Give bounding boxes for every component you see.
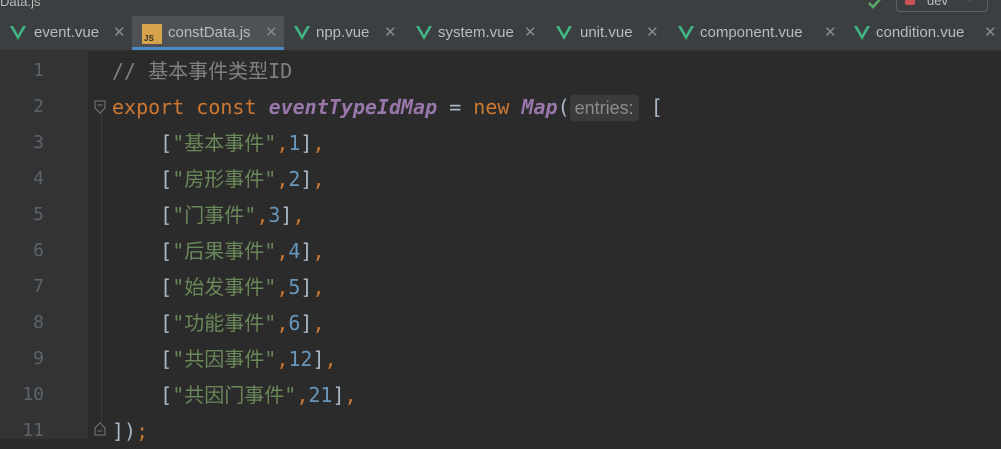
string-token: "门事件": [172, 203, 257, 227]
branch-selector[interactable]: dev ▾: [896, 0, 988, 12]
number-token: 6: [288, 311, 301, 335]
keyword-token: const: [196, 95, 257, 119]
number-token: 5: [288, 275, 301, 299]
tab-constdata-js[interactable]: JS constData.js ✕: [132, 16, 284, 50]
tab-event-vue[interactable]: event.vue ✕: [0, 16, 132, 50]
js-file-icon: JS: [142, 24, 162, 44]
vue-file-icon: [416, 26, 432, 40]
string-token: "功能事件": [172, 311, 277, 335]
tab-label: unit.vue: [580, 24, 633, 41]
code-line: export const eventTypeIdMap = new Map(en…: [112, 89, 663, 125]
vue-file-icon: [678, 26, 694, 40]
code-line: ["门事件",3],: [160, 203, 305, 227]
close-icon[interactable]: ✕: [646, 23, 659, 41]
close-icon[interactable]: ✕: [824, 23, 837, 41]
number-token: 2: [288, 167, 301, 191]
indent-guide: [101, 112, 102, 432]
comment-token: // 基本事件类型ID: [112, 59, 293, 83]
tab-label: condition.vue: [876, 24, 965, 41]
string-token: "基本事件": [172, 131, 277, 155]
close-icon[interactable]: ✕: [524, 23, 537, 41]
vue-file-icon: [556, 26, 572, 40]
code-line: ["房形事件",2],: [160, 167, 325, 191]
code-line: ]);: [112, 413, 148, 449]
tab-component-vue[interactable]: component.vue ✕: [668, 16, 844, 50]
code-line: ["后果事件",4],: [160, 239, 325, 263]
editor-tab-bar: event.vue ✕ JS constData.js ✕ npp.vue ✕ …: [0, 16, 1001, 51]
close-icon[interactable]: ✕: [113, 23, 126, 41]
line-number: 6: [33, 240, 44, 261]
branch-label: dev: [927, 0, 948, 8]
string-token: "共因事件": [172, 347, 277, 371]
identifier-token: eventTypeIdMap: [268, 95, 438, 119]
check-icon[interactable]: [868, 0, 882, 13]
line-number: 10: [22, 384, 44, 405]
code-line: ["共因事件",12],: [160, 347, 337, 371]
vue-file-icon: [294, 26, 310, 40]
window-title: Data.js: [0, 0, 41, 9]
close-icon[interactable]: ✕: [984, 23, 997, 41]
line-number: 2: [33, 96, 44, 117]
bracket-token: [: [650, 95, 663, 119]
keyword-token: new: [473, 95, 510, 119]
fold-icon[interactable]: [94, 99, 106, 114]
code-line: // 基本事件类型ID: [112, 53, 292, 89]
semicolon-token: ;: [136, 419, 149, 443]
line-number: 4: [33, 168, 44, 189]
title-bar: Data.js dev ▾: [0, 0, 1001, 16]
number-token: 4: [288, 239, 301, 263]
paren-token: (: [557, 95, 570, 119]
code-line: ["共因门事件",21],: [160, 383, 357, 407]
line-number: 1: [33, 60, 44, 81]
chevron-down-icon: ▾: [967, 0, 972, 4]
tab-label: event.vue: [34, 24, 100, 41]
class-token: Map: [521, 95, 558, 119]
close-icon[interactable]: ✕: [265, 23, 278, 41]
tab-system-vue[interactable]: system.vue ✕: [406, 16, 546, 50]
parameter-hint: entries:: [569, 95, 639, 121]
line-number: 11: [22, 420, 44, 441]
tab-npp-vue[interactable]: npp.vue ✕: [284, 16, 406, 50]
string-token: "共因门事件": [172, 383, 297, 407]
operator-token: =: [449, 95, 462, 119]
tab-label: component.vue: [700, 24, 803, 41]
tab-label: constData.js: [168, 24, 251, 41]
vue-file-icon: [854, 26, 870, 40]
tab-condition-vue[interactable]: condition.vue ✕: [844, 16, 1001, 50]
line-number: 9: [33, 348, 44, 369]
branch-icon: [905, 0, 915, 5]
keyword-token: export: [112, 95, 185, 119]
code-line: ["基本事件",1],: [160, 131, 325, 155]
fold-icon[interactable]: [94, 421, 106, 436]
vue-file-icon: [10, 26, 26, 40]
code-line: ["功能事件",6],: [160, 311, 325, 335]
line-number: 8: [33, 312, 44, 333]
number-token: 12: [288, 347, 313, 371]
tab-unit-vue[interactable]: unit.vue ✕: [546, 16, 668, 50]
number-token: 1: [288, 131, 301, 155]
string-token: "始发事件": [172, 275, 277, 299]
line-number: 7: [33, 276, 44, 297]
tab-label: system.vue: [438, 24, 514, 41]
line-number: 5: [33, 204, 44, 225]
closing-token: ]): [112, 419, 137, 443]
code-line: ["始发事件",5],: [160, 275, 325, 299]
line-number: 3: [33, 132, 44, 153]
number-token: 3: [268, 203, 281, 227]
number-token: 21: [308, 383, 333, 407]
string-token: "后果事件": [172, 239, 277, 263]
string-token: "房形事件": [172, 167, 277, 191]
close-icon[interactable]: ✕: [384, 23, 397, 41]
tab-label: npp.vue: [316, 24, 370, 41]
